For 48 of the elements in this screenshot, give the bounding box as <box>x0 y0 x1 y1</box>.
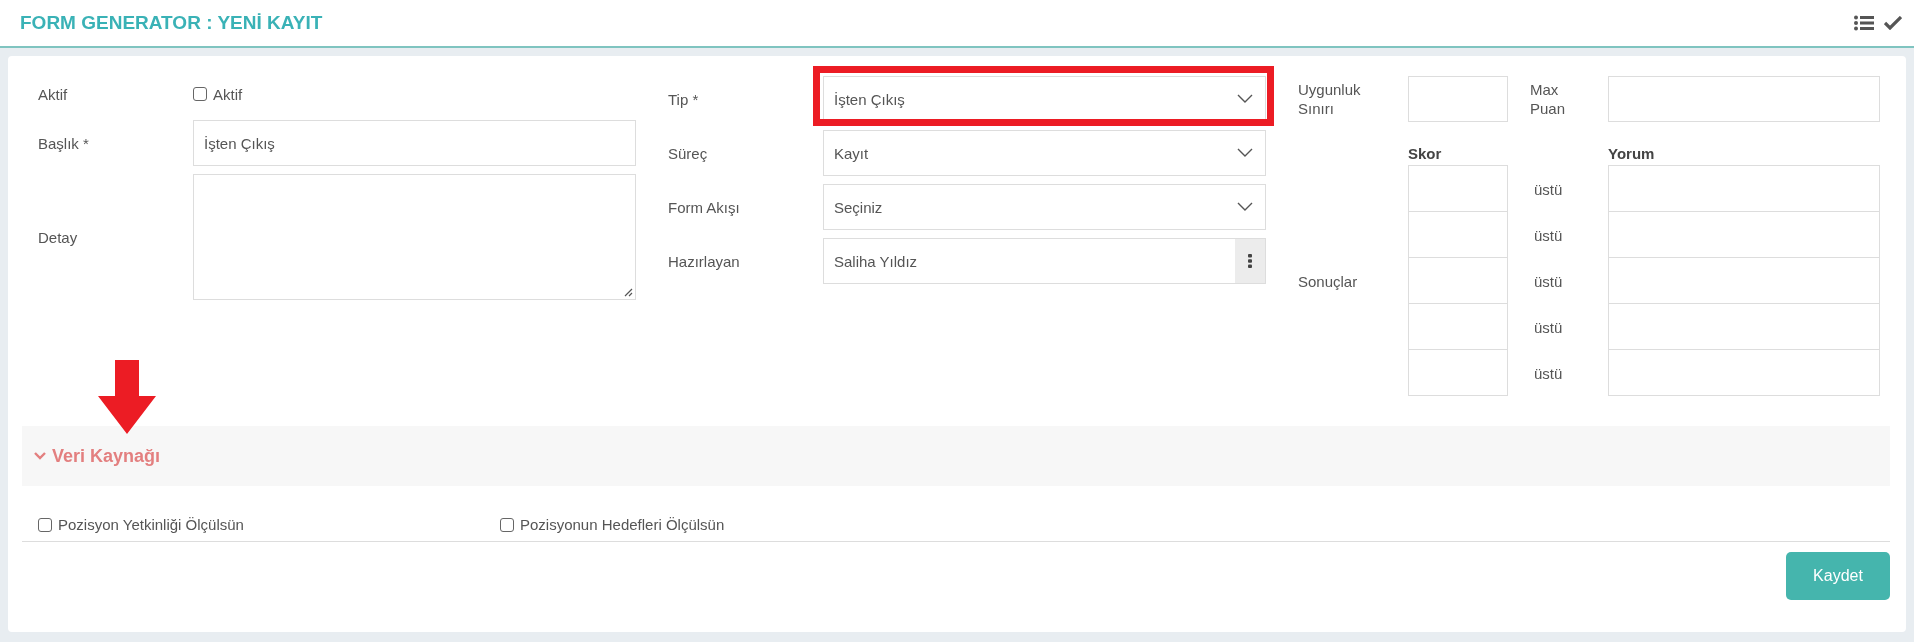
score-field[interactable] <box>1408 211 1508 258</box>
checkmark-icon[interactable] <box>1884 16 1902 30</box>
checkbox[interactable] <box>193 87 207 101</box>
column-heading: Skor <box>1408 144 1443 164</box>
checkbox-label: Pozisyon Yetkinliği Ölçülsün <box>58 516 244 533</box>
score-field[interactable] <box>1408 303 1508 350</box>
field-label: Süreç <box>668 144 709 162</box>
field-label: Detay <box>38 228 79 246</box>
field-label: Tip * <box>668 90 700 108</box>
dropdown-field[interactable]: Kayıt <box>823 130 1266 176</box>
dropdown-field[interactable]: Seçiniz <box>823 184 1266 230</box>
checkbox[interactable] <box>38 517 52 532</box>
chevron-down-icon <box>1237 148 1253 158</box>
section-title: Veri Kaynağı <box>52 445 161 467</box>
list-icon[interactable] <box>1854 15 1874 31</box>
comment-field[interactable] <box>1608 165 1880 212</box>
comment-field[interactable] <box>1608 211 1880 258</box>
chevron-down-icon <box>1237 94 1253 104</box>
field-label: Form Akışı <box>668 198 741 216</box>
field-label: Başlık * <box>38 134 90 152</box>
score-field[interactable] <box>1408 257 1508 304</box>
column-heading: Yorum <box>1608 144 1656 164</box>
textarea-field[interactable] <box>193 174 636 300</box>
input-field[interactable] <box>1608 76 1880 122</box>
field-suffix: üstü <box>1533 272 1564 290</box>
resize-grip-icon[interactable] <box>624 288 633 297</box>
field-label: Aktif <box>38 85 69 103</box>
comment-field[interactable] <box>1608 257 1880 304</box>
input-field[interactable]: İşten Çıkış <box>193 120 636 166</box>
field-suffix: üstü <box>1533 226 1564 244</box>
checkbox-label: Pozisyonun Hedefleri Ölçülsün <box>520 516 725 533</box>
checkbox[interactable] <box>500 517 514 532</box>
dropdown-field[interactable]: İşten Çıkış <box>823 76 1266 122</box>
input-field[interactable] <box>1408 76 1508 122</box>
comment-field[interactable] <box>1608 303 1880 350</box>
field-label: Uygunluk Sınırı <box>1298 80 1362 118</box>
field-suffix: üstü <box>1533 364 1564 382</box>
field-label: Hazırlayan <box>668 252 741 270</box>
chevron-down-icon <box>1237 202 1253 212</box>
field-suffix: üstü <box>1533 318 1564 336</box>
score-field[interactable] <box>1408 165 1508 212</box>
page-title: FORM GENERATOR : YENİ KAYIT <box>20 12 323 34</box>
checkbox-label: Aktif <box>213 85 243 103</box>
field-suffix: üstü <box>1533 180 1564 198</box>
score-field[interactable] <box>1408 349 1508 396</box>
comment-field[interactable] <box>1608 349 1880 396</box>
field-label: Sonuçlar <box>1298 272 1359 290</box>
field-label: Max Puan <box>1529 80 1567 118</box>
